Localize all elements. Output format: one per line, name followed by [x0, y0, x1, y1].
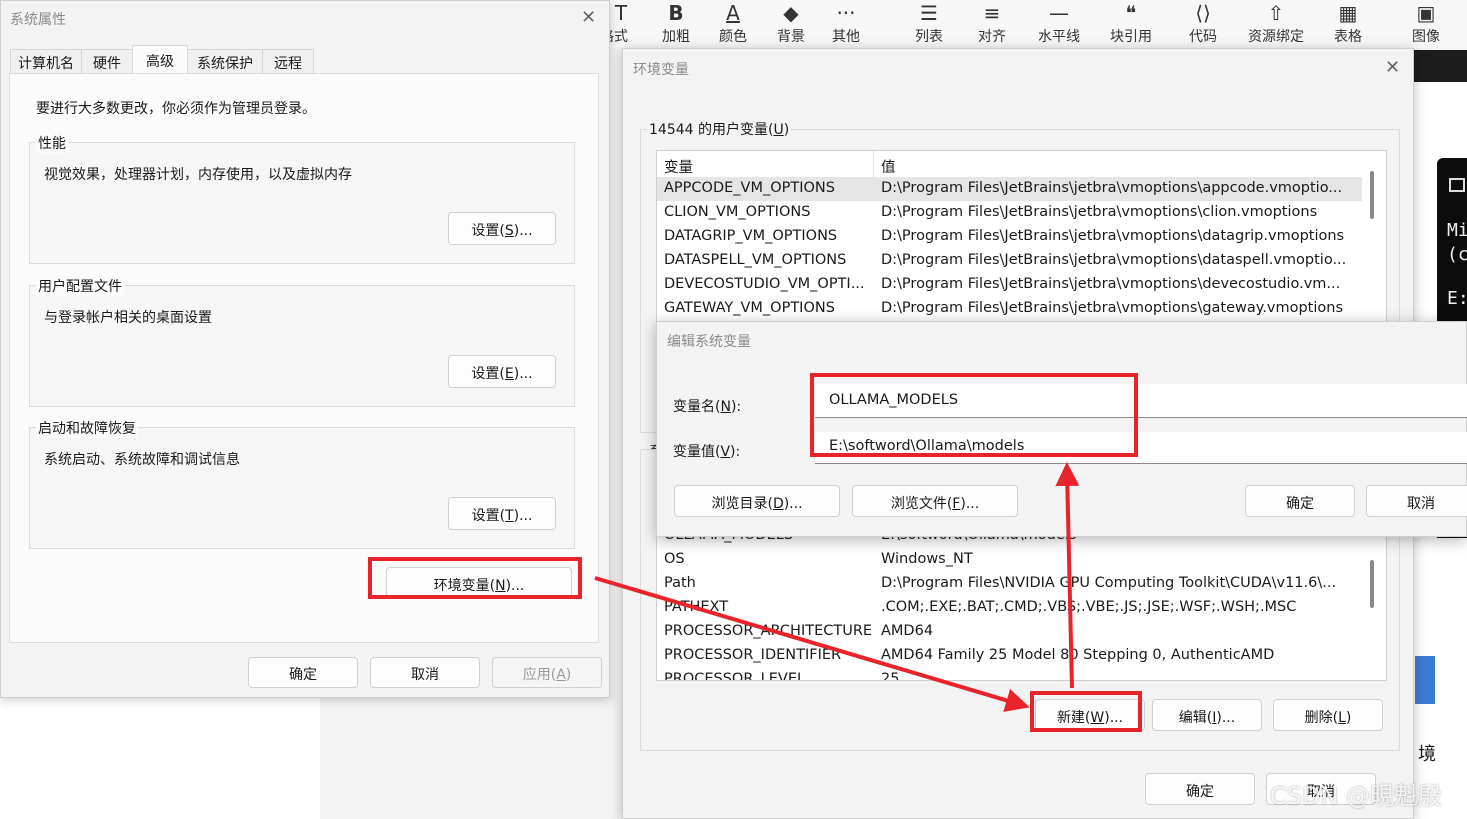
tab-system-protection[interactable]: 系统保护 [187, 49, 263, 73]
performance-desc: 视觉效果，处理器计划，内存使用，以及虚拟内存 [44, 167, 352, 183]
toolbar-item-color[interactable]: A 颜色 [715, 0, 751, 46]
table-row[interactable]: OS Windows_NT [657, 548, 1386, 572]
ok-button[interactable]: 确定 [1245, 485, 1355, 517]
startup-recovery-desc: 系统启动、系统故障和调试信息 [44, 452, 240, 468]
annotation-box-name-value [810, 373, 1138, 457]
toolbar-item-resource[interactable]: ⇧ 资源绑定 [1244, 0, 1308, 46]
code-icon: ⟨⟩ [1195, 1, 1211, 25]
toolbar-item-table[interactable]: ▦ 表格 [1330, 0, 1366, 46]
quote-icon: ❝ [1125, 1, 1137, 25]
background-page [0, 698, 320, 819]
user-profile-legend: 用户配置文件 [36, 276, 124, 296]
table-header: 变量 值 [657, 153, 1386, 177]
tab-remote[interactable]: 远程 [262, 49, 314, 73]
font-color-icon: A [726, 1, 740, 25]
startup-recovery-settings-button[interactable]: 设置(T)... [448, 497, 556, 530]
admin-note: 要进行大多数更改，你必须作为管理员登录。 [36, 101, 316, 117]
edit-variable-button[interactable]: 编辑(I)... [1152, 699, 1262, 731]
list-icon: ☰ [920, 1, 938, 25]
terminal-line: (c [1447, 244, 1467, 265]
align-icon: ≡ [983, 1, 1001, 25]
toolbar-item-code[interactable]: ⟨⟩ 代码 [1185, 0, 1221, 46]
user-table-scrollbar[interactable] [1370, 171, 1374, 219]
table-row[interactable]: Path D:\Program Files\NVIDIA GPU Computin… [657, 572, 1386, 596]
toolbar-item-align[interactable]: ≡ 对齐 [974, 0, 1010, 46]
table-row[interactable]: GATEWAY_VM_OPTIONS D:\Program Files\JetBr… [657, 297, 1386, 321]
fill-color-icon: ◆ [783, 1, 799, 25]
delete-variable-button[interactable]: 删除(L) [1273, 699, 1383, 731]
toolbar-item-hr[interactable]: — 水平线 [1034, 0, 1084, 46]
tab-computer-name[interactable]: 计算机名 [10, 49, 82, 73]
annotation-box-new-button [1030, 691, 1142, 732]
table-row[interactable]: CLION_VM_OPTIONS D:\Program Files\JetBrai… [657, 201, 1386, 225]
table-row[interactable]: DEVECOSTUDIO_VM_OPTI... D:\Program Files\… [657, 273, 1386, 297]
user-profile-group [29, 285, 575, 407]
ok-button[interactable]: 确定 [248, 657, 358, 688]
watermark: CSDN @晛魁殷 [1270, 782, 1443, 810]
system-table-scrollbar[interactable] [1370, 560, 1374, 608]
toolbar-item-more[interactable]: ··· 其他 [828, 0, 864, 46]
startup-recovery-group [29, 427, 575, 549]
close-icon[interactable]: ✕ [581, 7, 596, 28]
column-header-variable[interactable]: 变量 [664, 156, 693, 177]
table-row[interactable]: PROCESSOR_LEVEL 25 [657, 668, 1386, 680]
variable-value-label: 变量值(V): [673, 444, 741, 460]
apply-button[interactable]: 应用(A) [492, 657, 602, 688]
more-icon: ··· [836, 1, 856, 25]
toolbar-item-background[interactable]: ◆ 背景 [773, 0, 809, 46]
browse-file-button[interactable]: 浏览文件(F)... [852, 485, 1018, 517]
side-text: 境 [1418, 744, 1436, 765]
close-icon[interactable]: ✕ [1385, 57, 1400, 78]
user-variables-table: 变量 值 APPCODE_VM_OPTIONS D:\Program Files\… [656, 150, 1387, 327]
side-blue-icon [1415, 656, 1435, 704]
column-header-value[interactable]: 值 [881, 156, 896, 177]
performance-group [29, 142, 575, 264]
user-profile-desc: 与登录帐户相关的桌面设置 [44, 310, 212, 326]
terminal-tab-icon [1449, 178, 1465, 192]
horizontal-line-icon: — [1049, 1, 1069, 25]
dialog-title: 环境变量 [633, 62, 689, 78]
table-row[interactable]: DATAGRIP_VM_OPTIONS D:\Program Files\JetB… [657, 225, 1386, 249]
toolbar-item-list[interactable]: ☰ 列表 [911, 0, 947, 46]
table-icon: ▦ [1338, 1, 1358, 25]
toolbar-item-bold[interactable]: B 加粗 [658, 0, 694, 46]
cancel-button[interactable]: 取消 [1366, 485, 1467, 517]
tab-hardware[interactable]: 硬件 [81, 49, 133, 73]
terminal-line: E: [1447, 288, 1467, 309]
system-variables-table: OLLAMA_MODELSE:\softword\Ollama\models O… [656, 525, 1387, 681]
table-row[interactable]: PROCESSOR_ARCHITECTURE AMD64 [657, 620, 1386, 644]
editor-toolbar: T 格式 B 加粗 A 颜色 ◆ 背景 ··· 其他 ☰ 列表 ≡ 对齐 — 水平线 ❝ 块引用 … [600, 0, 1467, 48]
text-style-icon: T [614, 1, 628, 25]
performance-settings-button[interactable]: 设置(S)... [448, 212, 556, 245]
column-divider [873, 151, 874, 177]
ok-button[interactable]: 确定 [1145, 773, 1255, 805]
image-icon: ▣ [1416, 1, 1436, 25]
performance-legend: 性能 [36, 133, 68, 153]
user-variables-legend: 14544 的用户变量(U) [647, 119, 792, 139]
tab-advanced[interactable]: 高级 [132, 45, 188, 75]
browse-directory-button[interactable]: 浏览目录(D)... [674, 485, 840, 517]
annotation-box-env-button [368, 557, 582, 599]
table-row[interactable]: DATASPELL_VM_OPTIONS D:\Program Files\Jet… [657, 249, 1386, 273]
startup-recovery-legend: 启动和故障恢复 [36, 418, 138, 438]
user-profile-settings-button[interactable]: 设置(E)... [448, 355, 556, 388]
variable-name-label: 变量名(N): [673, 399, 742, 415]
dialog-title: 系统属性 [10, 12, 66, 28]
toolbar-item-style[interactable]: T 格式 [600, 0, 636, 46]
toolbar-item-quote[interactable]: ❝ 块引用 [1106, 0, 1156, 46]
bold-icon: B [668, 1, 684, 25]
dialog-title: 编辑系统变量 [667, 334, 751, 350]
cancel-button[interactable]: 取消 [370, 657, 480, 688]
background-dark-strip [1414, 50, 1467, 82]
toolbar-item-image[interactable]: ▣ 图像 [1408, 0, 1444, 46]
table-row[interactable]: PROCESSOR_IDENTIFIER AMD64 Family 25 Mode… [657, 644, 1386, 668]
upload-icon: ⇧ [1267, 1, 1285, 25]
table-row[interactable]: APPCODE_VM_OPTIONS D:\Program Files\JetBr… [657, 177, 1362, 201]
table-row[interactable]: PATHEXT .COM;.EXE;.BAT;.CMD;.VBS;.VBE;.JS… [657, 596, 1386, 620]
terminal-line: Mi [1447, 220, 1467, 241]
